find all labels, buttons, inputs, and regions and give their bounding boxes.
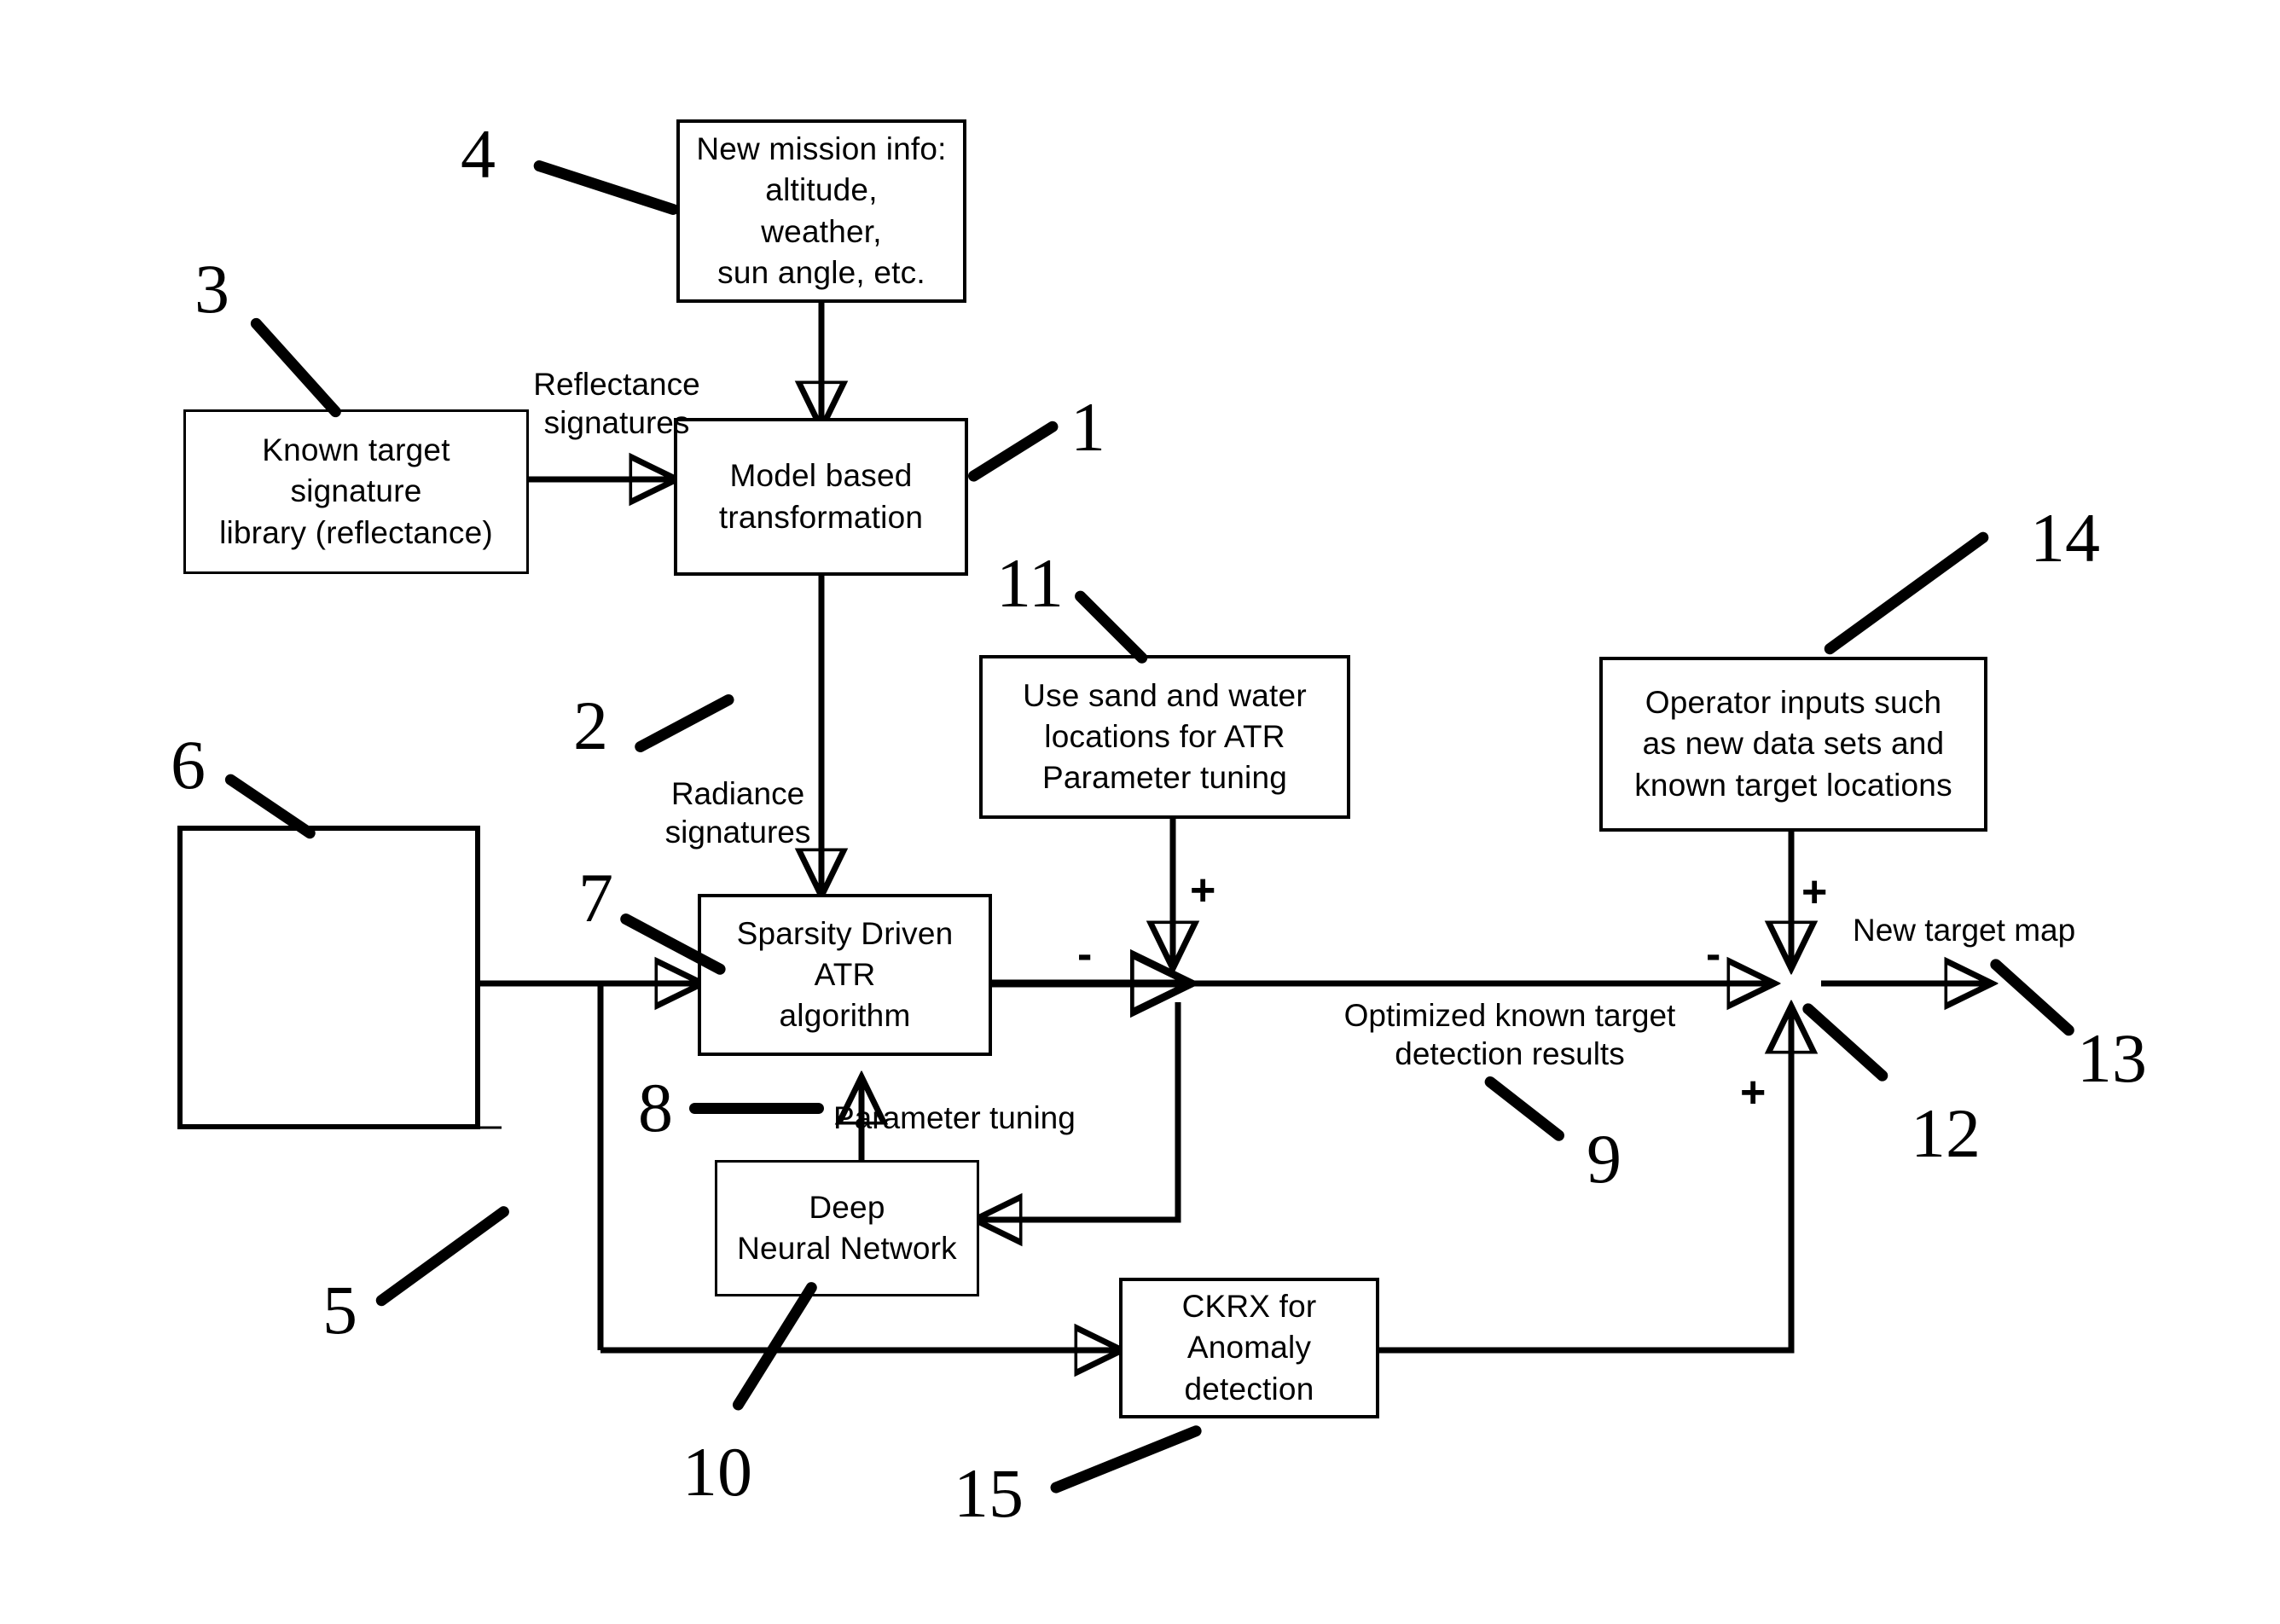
sign-sum1-plus: + <box>1190 866 1216 915</box>
label-reflectance-signatures: Reflectance signatures <box>533 367 700 441</box>
leader-line-2 <box>632 692 736 755</box>
sign-sum1-minus: - <box>1077 930 1093 979</box>
leader-line-5 <box>374 1204 512 1308</box>
reference-numeral-9: 9 <box>1587 1120 1622 1198</box>
reference-numeral-14: 14 <box>2030 499 2100 577</box>
box-operator-inputs[interactable]: Operator inputs such as new data sets an… <box>1599 657 1987 832</box>
leader-line-12 <box>1800 1000 1890 1084</box>
leader-line-9 <box>1482 1074 1567 1144</box>
box-ckrx-anomaly-detection[interactable]: CKRX for Anomaly detection <box>1119 1278 1379 1418</box>
label-new-target-map: New target map <box>1853 913 2076 948</box>
leader-line-8 <box>689 1103 824 1114</box>
reference-numeral-4: 4 <box>461 115 496 193</box>
reference-numeral-7: 7 <box>578 859 613 937</box>
reference-numeral-12: 12 <box>1911 1094 1981 1172</box>
leader-line-13 <box>1987 956 2077 1038</box>
label-optimized-detection-results: Optimized known target detection results <box>1343 998 1676 1072</box>
label-parameter-tuning: Parameter tuning <box>833 1100 1076 1135</box>
box-input-hyperspectral-image[interactable] <box>177 826 480 1129</box>
sign-sum2-minus: - <box>1706 930 1721 979</box>
leader-line-11 <box>1072 588 1150 666</box>
reference-numeral-8: 8 <box>638 1069 673 1146</box>
leader-line-3 <box>248 316 344 420</box>
leader-line-4 <box>531 159 681 217</box>
diagram-canvas: New mission info: altitude, weather, sun… <box>0 0 2280 1624</box>
reference-numeral-1: 1 <box>1070 388 1105 466</box>
reference-numeral-11: 11 <box>996 544 1064 622</box>
leader-line-1 <box>966 419 1060 484</box>
reference-numeral-2: 2 <box>573 687 608 764</box>
reference-numeral-6: 6 <box>171 726 206 803</box>
box-new-mission-info[interactable]: New mission info: altitude, weather, sun… <box>676 119 966 303</box>
sign-sum2-plus-bottom: + <box>1740 1068 1767 1117</box>
reference-numeral-5: 5 <box>322 1271 357 1348</box>
reference-numeral-13: 13 <box>2077 1019 2147 1097</box>
box-known-target-signature-library[interactable]: Known target signature library (reflecta… <box>183 409 529 574</box>
leader-line-15 <box>1048 1424 1204 1495</box>
box-deep-neural-network[interactable]: Deep Neural Network <box>715 1160 979 1296</box>
reference-numeral-10: 10 <box>682 1433 752 1511</box>
reference-numeral-15: 15 <box>954 1454 1024 1532</box>
sign-sum2-plus-top: + <box>1801 867 1828 917</box>
box-use-sand-and-water-locations[interactable]: Use sand and water locations for ATR Par… <box>979 655 1350 819</box>
box-sparsity-driven-atr-algorithm[interactable]: Sparsity Driven ATR algorithm <box>698 894 992 1056</box>
leader-line-10 <box>730 1279 820 1412</box>
label-radiance-signatures: Radiance signatures <box>664 776 811 850</box>
leader-line-14 <box>1822 530 1991 657</box>
reference-numeral-3: 3 <box>194 250 229 328</box>
